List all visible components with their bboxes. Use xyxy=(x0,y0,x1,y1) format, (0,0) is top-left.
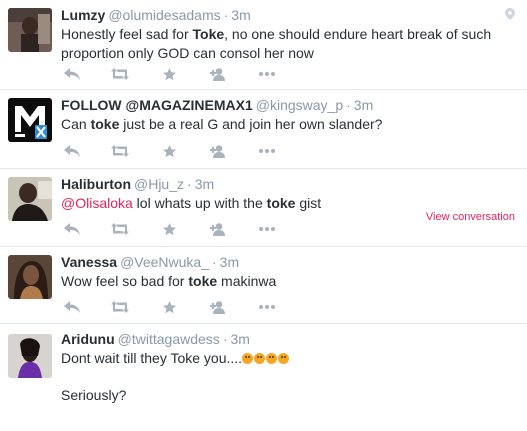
follow-icon[interactable] xyxy=(207,64,229,84)
tweet-text-part: lol whats up with the xyxy=(132,195,267,211)
highlighted-keyword: toke xyxy=(188,273,218,289)
tweet-text-part: Can xyxy=(61,116,91,132)
avatar[interactable] xyxy=(8,8,52,52)
favorite-icon[interactable] xyxy=(158,297,180,317)
tweet-text-part: Honestly feel sad for xyxy=(61,26,193,42)
separator-dot: · xyxy=(187,176,192,192)
tweet-actions xyxy=(61,64,291,84)
follow-icon[interactable] xyxy=(207,141,229,161)
reply-icon[interactable] xyxy=(61,219,83,239)
tweet-content: Haliburton @Hju_z · 3m @Olisaloka lol whats… xyxy=(61,175,515,213)
highlighted-keyword: Toke xyxy=(192,26,225,42)
tweet-item[interactable]: FOLLOW @MAGAZINEMAX1 @kingsway_p · 3m Can t… xyxy=(0,90,527,169)
highlighted-keyword: toke xyxy=(266,195,296,211)
tweet-text-part: gist xyxy=(295,195,322,211)
favorite-icon[interactable] xyxy=(158,141,180,161)
mention-link[interactable]: @Olisaloka xyxy=(61,195,133,211)
user-fullname[interactable]: Haliburton xyxy=(61,176,131,192)
favorite-icon[interactable] xyxy=(158,64,180,84)
tweet-text: Wow feel so bad for toke makinwa xyxy=(61,272,515,291)
tweet-text-part: Wow feel so bad for xyxy=(61,273,189,289)
tweet-content: Aridunu @twittagawdess · 3m Dont wait till … xyxy=(61,330,515,405)
tweet-content: FOLLOW @MAGAZINEMAX1 @kingsway_p · 3m Can t… xyxy=(61,96,515,134)
tweet-header: Lumzy @olumidesadams · 3m xyxy=(61,6,515,24)
tweet-text: Honestly feel sad for Toke, no one shoul… xyxy=(61,25,515,63)
user-fullname[interactable]: FOLLOW @MAGAZINEMAX1 xyxy=(61,97,253,113)
tweet-actions xyxy=(61,141,291,161)
retweet-icon[interactable] xyxy=(109,64,131,84)
separator-dot: · xyxy=(222,331,228,347)
worried-face-emoji xyxy=(242,350,290,366)
tweet-timestamp[interactable]: 3m xyxy=(220,254,239,270)
tweet-timestamp[interactable]: 3m xyxy=(231,7,250,23)
tweet-content: Lumzy @olumidesadams · 3m Honestly feel sad… xyxy=(61,6,515,63)
tweet-text: Can toke just be a real G and join her o… xyxy=(61,115,515,134)
reply-icon[interactable] xyxy=(61,141,83,161)
tweet-text-second-line: Seriously? xyxy=(61,387,127,403)
retweet-icon[interactable] xyxy=(109,297,131,317)
tweet-text-part: makinwa xyxy=(217,273,277,289)
follow-icon[interactable] xyxy=(207,219,229,239)
user-handle[interactable]: @kingsway_p xyxy=(256,97,343,113)
tweet-text-part: Dont wait till they Toke you.... xyxy=(61,350,243,366)
tweet-item[interactable]: Haliburton @Hju_z · 3m @Olisaloka lol whats… xyxy=(0,169,527,247)
tweet-header: Vanessa @VeeNwuka_ · 3m xyxy=(61,253,515,271)
reply-icon[interactable] xyxy=(61,297,83,317)
retweet-icon[interactable] xyxy=(109,141,131,161)
avatar[interactable] xyxy=(8,177,52,221)
tweet-item[interactable]: Vanessa @VeeNwuka_ · 3m Wow feel so bad for… xyxy=(0,247,527,324)
avatar[interactable] xyxy=(8,334,52,378)
tweet-header: Haliburton @Hju_z · 3m xyxy=(61,175,515,193)
tweet-timestamp[interactable]: 3m xyxy=(195,176,214,192)
user-handle[interactable]: @Hju_z xyxy=(134,176,184,192)
separator-dot: · xyxy=(223,7,229,23)
tweet-header: Aridunu @twittagawdess · 3m xyxy=(61,330,515,348)
tweet-feed: Lumzy @olumidesadams · 3m Honestly feel sad… xyxy=(0,0,527,431)
more-icon[interactable] xyxy=(256,64,278,84)
separator-dot: · xyxy=(212,254,217,270)
user-fullname[interactable]: Vanessa xyxy=(61,254,117,270)
tweet-header: FOLLOW @MAGAZINEMAX1 @kingsway_p · 3m xyxy=(61,96,515,114)
tweet-text-part: just be a real G and join her own slande… xyxy=(119,116,383,132)
tweet-item[interactable]: Aridunu @twittagawdess · 3m Dont wait till … xyxy=(0,324,527,431)
more-icon[interactable] xyxy=(256,297,278,317)
more-icon[interactable] xyxy=(256,219,278,239)
user-handle[interactable]: @twittagawdess xyxy=(118,331,220,347)
tweet-timestamp[interactable]: 3m xyxy=(230,331,249,347)
favorite-icon[interactable] xyxy=(158,219,180,239)
tweet-item[interactable]: Lumzy @olumidesadams · 3m Honestly feel sad… xyxy=(0,0,527,90)
tweet-text: Dont wait till they Toke you.... xyxy=(61,349,515,368)
follow-icon[interactable] xyxy=(207,297,229,317)
more-icon[interactable] xyxy=(256,141,278,161)
tweet-actions xyxy=(61,219,291,239)
user-handle[interactable]: @VeeNwuka_ xyxy=(120,254,209,270)
user-fullname[interactable]: Lumzy xyxy=(61,7,105,23)
user-handle[interactable]: @olumidesadams xyxy=(108,7,220,23)
avatar[interactable] xyxy=(8,98,52,142)
reply-icon[interactable] xyxy=(61,64,83,84)
tweet-content: Vanessa @VeeNwuka_ · 3m Wow feel so bad for… xyxy=(61,253,515,291)
highlighted-keyword: toke xyxy=(90,116,120,132)
user-fullname[interactable]: Aridunu xyxy=(61,331,115,347)
tweet-actions xyxy=(61,297,291,317)
retweet-icon[interactable] xyxy=(109,219,131,239)
separator-dot: · xyxy=(346,97,351,113)
tweet-timestamp[interactable]: 3m xyxy=(354,97,373,113)
view-conversation-link[interactable]: View conversation xyxy=(426,211,515,223)
avatar[interactable] xyxy=(8,255,52,299)
